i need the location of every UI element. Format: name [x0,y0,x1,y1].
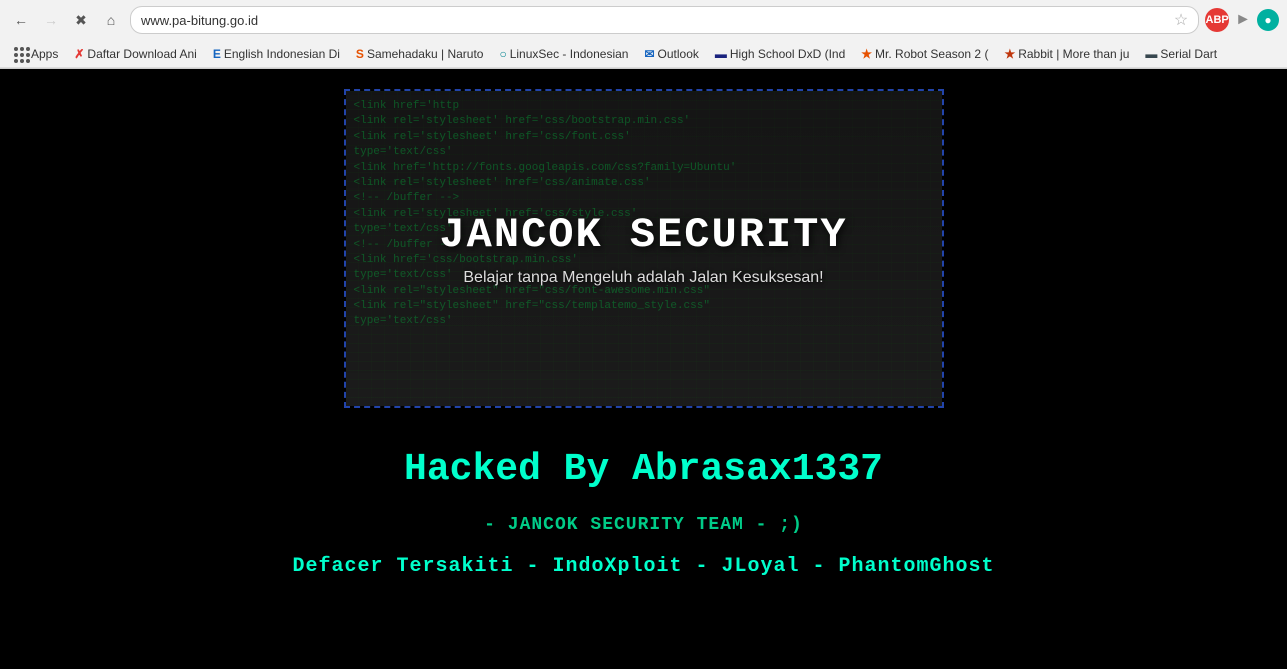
bookmark-sd-icon: ▬ [1145,47,1157,61]
bookmark-outlook[interactable]: ✉ Outlook [638,45,704,63]
banner-subtitle: Belajar tanpa Mengeluh adalah Jalan Kesu… [463,269,823,287]
bookmark-outlook-label: Outlook [658,47,699,61]
banner-image: <link href='http <link rel='stylesheet' … [346,91,942,406]
apps-grid-icon [14,47,28,61]
bookmark-star-icon[interactable]: ☆ [1174,10,1188,30]
nav-buttons: ← → ✖ ⌂ [8,7,124,33]
forward-button[interactable]: → [38,7,64,33]
team-line: - JANCOK SECURITY TEAM - ;) [484,515,803,535]
apps-bookmark[interactable]: Apps [8,45,64,63]
bookmarks-bar: Apps ✗ Daftar Download Ani E English Ind… [0,40,1287,68]
hack-title: Hacked By Abrasax1337 [404,448,883,491]
bookmark-linuxsec-label: LinuxSec - Indonesian [510,47,629,61]
address-bar-wrap: ☆ [130,6,1199,34]
reload-button[interactable]: ✖ [68,7,94,33]
bookmark-l-icon: ○ [499,47,506,61]
bookmark-highschool[interactable]: ▬ High School DxD (Ind [709,45,851,63]
shield-icon: ► [1235,11,1251,29]
bookmark-daftar-label: Daftar Download Ani [87,47,196,61]
bookmark-highschool-label: High School DxD (Ind [730,47,845,61]
bookmark-samehadaku[interactable]: S Samehadaku | Naruto [350,45,490,63]
apps-label: Apps [31,47,58,61]
bookmark-rabbit[interactable]: ★ Rabbit | More than ju [998,45,1135,63]
banner-overlay: JANCOK SECURITY Belajar tanpa Mengeluh a… [346,91,942,406]
bookmark-r-icon: ★ [1004,47,1015,61]
bookmark-linuxsec[interactable]: ○ LinuxSec - Indonesian [493,45,634,63]
bookmark-s-icon: S [356,47,364,61]
browser-actions: ABP ► ● [1205,8,1279,32]
banner-title: JANCOK SECURITY [439,211,847,259]
bookmark-o-icon: ✉ [644,47,654,61]
banner-container: <link href='http <link rel='stylesheet' … [344,89,944,408]
bookmark-rabbit-label: Rabbit | More than ju [1018,47,1129,61]
bookmark-mrrobot[interactable]: ★ Mr. Robot Season 2 ( [855,45,994,63]
bookmark-k-icon: ✗ [74,47,84,61]
bookmark-english-label: English Indonesian Di [224,47,340,61]
bookmark-m-icon: ★ [861,47,872,61]
browser-toolbar: ← → ✖ ⌂ ☆ ABP ► ● [0,0,1287,40]
bookmark-serialdart-label: Serial Dart [1160,47,1217,61]
back-button[interactable]: ← [8,7,34,33]
bookmark-e-icon: E [213,47,221,61]
extension-button[interactable]: ● [1257,9,1279,31]
page-content: <link href='http <link rel='stylesheet' … [0,69,1287,669]
bookmark-serialdart[interactable]: ▬ Serial Dart [1139,45,1223,63]
members-line: Defacer Tersakiti - IndoXploit - JLoyal … [292,555,994,578]
profile-button[interactable]: ABP [1205,8,1229,32]
bookmark-english[interactable]: E English Indonesian Di [207,45,346,63]
address-bar[interactable] [141,13,1170,28]
bookmark-samehadaku-label: Samehadaku | Naruto [367,47,484,61]
bookmark-mrrobot-label: Mr. Robot Season 2 ( [875,47,988,61]
home-button[interactable]: ⌂ [98,7,124,33]
bookmark-b-icon: ▬ [715,47,727,61]
bookmark-daftar[interactable]: ✗ Daftar Download Ani [68,45,202,63]
browser-frame: ← → ✖ ⌂ ☆ ABP ► ● Apps ✗ Daftar Download… [0,0,1287,69]
